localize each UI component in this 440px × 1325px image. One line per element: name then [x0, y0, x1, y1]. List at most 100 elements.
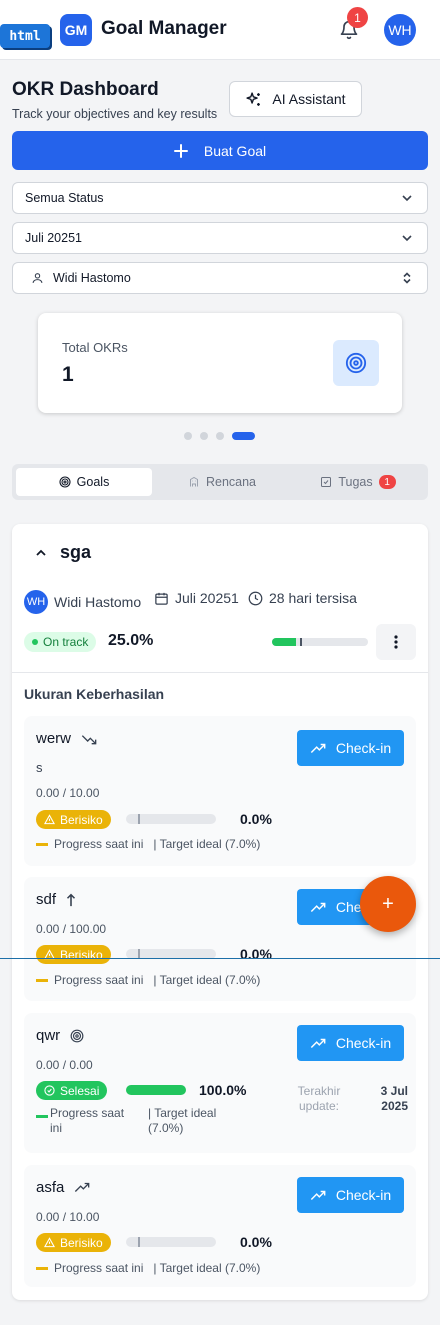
app-title: Goal Manager — [101, 18, 227, 39]
calendar-icon — [155, 592, 168, 605]
carousel-dot[interactable] — [184, 432, 192, 440]
target-icon — [59, 476, 71, 488]
owner-filter-select[interactable]: Widi Hastomo — [12, 262, 428, 294]
kr-name[interactable]: qwr — [36, 1027, 84, 1044]
chevrons-up-down-icon — [403, 272, 411, 284]
key-result-card: asfa 0.00 / 10.00 Berisiko 0.0% Progress… — [24, 1165, 416, 1287]
legend-current: Progress saat ini — [54, 837, 144, 851]
checkin-button[interactable]: Check-in — [297, 1177, 404, 1213]
kr-status-text: Berisiko — [60, 812, 103, 827]
goal-progress-bar — [272, 638, 368, 646]
kr-value: 0.00 / 100.00 — [36, 922, 107, 936]
goal-status-badge: On track — [24, 632, 97, 652]
kr-name-text: sdf — [36, 891, 57, 908]
kr-progress-bar — [126, 1085, 186, 1095]
kr-name[interactable]: werw — [36, 730, 97, 747]
app-logo[interactable]: GM — [60, 14, 92, 46]
kr-value: 0.00 / 10.00 — [36, 1210, 100, 1224]
period-filter-select[interactable]: Juli 20251 — [12, 222, 428, 254]
checkbox-icon — [321, 477, 332, 487]
legend-current: Progress saat ini — [50, 1106, 125, 1135]
kr-description: s — [36, 760, 43, 775]
kr-status-text: Selesai — [60, 1083, 100, 1098]
kr-progress-fill — [126, 1085, 186, 1095]
kr-name-text: asfa — [36, 1179, 65, 1196]
kr-ideal-marker — [138, 814, 140, 824]
user-avatar[interactable]: WH — [384, 14, 416, 46]
more-vertical-icon — [394, 635, 398, 649]
checkin-label: Check-in — [335, 1187, 392, 1203]
kr-name[interactable]: sdf — [36, 891, 76, 908]
clock-icon — [248, 591, 263, 605]
alert-triangle-icon — [44, 1237, 55, 1248]
period-filter-value: Juli 20251 — [25, 231, 82, 245]
owner-filter-value: Widi Hastomo — [53, 271, 131, 285]
key-result-card: qwr 0.00 / 0.00 Selesai 100.0% Progress … — [24, 1013, 416, 1153]
chevron-down-icon — [402, 195, 412, 202]
kr-status-text: Berisiko — [60, 947, 103, 962]
last-update-date: 3 Jul 2025 — [380, 1084, 408, 1113]
goal-remaining-text: 28 hari tersisa — [269, 590, 357, 606]
key-result-card: werw s 0.00 / 10.00 Berisiko 0.0% Progre… — [24, 716, 416, 866]
kr-legend: Progress saat ini | Target ideal (7.0%) — [36, 837, 260, 851]
tab-tugas-badge: 1 — [378, 475, 396, 489]
create-goal-button[interactable]: Buat Goal — [12, 131, 428, 170]
ai-assistant-button[interactable]: AI Assistant — [229, 81, 362, 117]
legend-current: Progress saat ini — [54, 1261, 144, 1275]
kr-ideal-marker — [138, 1237, 140, 1247]
tab-goals-label: Goals — [76, 475, 110, 489]
arrow-up-icon — [66, 893, 76, 906]
target-icon — [70, 1029, 84, 1042]
total-okrs-card: Total OKRs 1 — [38, 313, 402, 413]
kr-legend: Progress saat ini | Target ideal (7.0%) — [36, 973, 260, 987]
trend-up-icon — [310, 1190, 326, 1200]
tab-rencana[interactable]: Rencana — [154, 468, 290, 496]
goal-status-text: On track — [43, 635, 89, 649]
kr-status-text: Berisiko — [60, 1235, 103, 1250]
chevron-down-icon — [402, 235, 412, 242]
carousel-dot[interactable] — [200, 432, 208, 440]
notification-badge: 1 — [347, 7, 368, 28]
goal-progress-fill — [272, 638, 296, 646]
kr-progress-text: 0.0% — [240, 1234, 272, 1250]
kr-value: 0.00 / 0.00 — [36, 1058, 93, 1072]
status-dot — [32, 639, 38, 645]
plus-icon — [173, 143, 188, 158]
owner-avatar: WH — [24, 590, 48, 614]
kr-legend: Progress saat ini | Target ideal (7.0%) — [36, 1261, 260, 1275]
status-filter-value: Semua Status — [25, 191, 104, 205]
legend-swatch — [36, 1267, 48, 1270]
tab-rencana-label: Rencana — [205, 475, 257, 489]
legend-ideal: | Target ideal (7.0%) — [148, 1106, 217, 1135]
total-okrs-value: 1 — [62, 363, 74, 386]
check-circle-icon — [44, 1085, 55, 1096]
goal-title[interactable]: sga — [60, 542, 91, 563]
kr-status-badge: Selesai — [36, 1081, 108, 1100]
legend-ideal: | Target ideal (7.0%) — [153, 837, 261, 851]
tab-tugas[interactable]: Tugas 1 — [292, 468, 424, 496]
goal-period-text: Juli 20251 — [175, 590, 239, 606]
trend-up-icon — [310, 902, 326, 912]
kr-progress-text: 0.0% — [240, 946, 272, 962]
kr-status-badge: Berisiko — [36, 810, 111, 829]
tab-tugas-label: Tugas — [338, 475, 373, 489]
legend-swatch — [36, 979, 48, 982]
key-result-card: sdf 0.00 / 100.00 Berisiko 0.0% Progress… — [24, 877, 416, 1001]
chevron-up-icon[interactable] — [35, 548, 47, 558]
status-filter-select[interactable]: Semua Status — [12, 182, 428, 214]
sparkles-icon — [246, 91, 261, 106]
kr-name[interactable]: asfa — [36, 1179, 90, 1196]
alert-triangle-icon — [44, 814, 55, 825]
goal-menu-button[interactable] — [376, 624, 416, 660]
add-fab-button[interactable]: + — [360, 876, 416, 932]
building-icon — [189, 476, 198, 487]
divider — [12, 672, 428, 673]
checkin-label: Check-in — [335, 740, 392, 756]
checkin-button[interactable]: Check-in — [297, 730, 404, 766]
target-icon — [333, 340, 379, 386]
kr-name-text: qwr — [36, 1027, 61, 1044]
checkin-button[interactable]: Check-in — [297, 1025, 404, 1061]
tab-goals[interactable]: Goals — [16, 468, 152, 496]
carousel-dot[interactable] — [216, 432, 224, 440]
carousel-dot-active[interactable] — [232, 432, 255, 440]
